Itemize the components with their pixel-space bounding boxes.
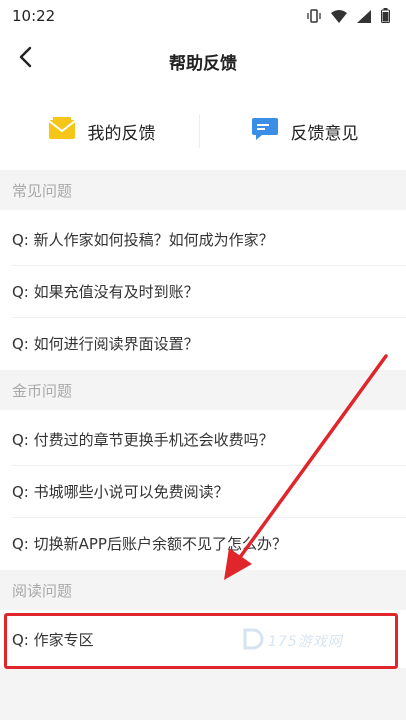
faq-question: Q: 付费过的章节更换手机还会收费吗？	[12, 431, 274, 449]
section-header-common: 常见问题	[0, 170, 406, 210]
section-title: 金币问题	[12, 382, 73, 400]
feedback-actions: 我的反馈 反馈意见	[0, 100, 406, 162]
faq-item[interactable]: Q: 书城哪些小说可以免费阅读？	[0, 466, 406, 518]
nav-bar: 帮助反馈	[0, 32, 406, 90]
my-feedback-button[interactable]: 我的反馈	[0, 100, 203, 162]
faq-item[interactable]: Q: 付费过的章节更换手机还会收费吗？	[0, 414, 406, 466]
faq-item[interactable]: Q: 切换新APP后账户余额不见了怎么办？	[0, 518, 406, 570]
signal-icon	[357, 8, 371, 27]
watermark-text: 175游戏网	[268, 634, 343, 650]
faq-item-author-zone[interactable]: Q: 作家专区	[0, 614, 406, 666]
my-feedback-label: 我的反馈	[87, 123, 156, 144]
faq-item[interactable]: Q: 新人作家如何投稿？如何成为作家？	[0, 214, 406, 266]
faq-question: Q: 新人作家如何投稿？如何成为作家？	[12, 231, 274, 249]
watermark-logo-icon	[242, 628, 264, 654]
faq-item[interactable]: Q: 如何进行阅读界面设置？	[0, 318, 406, 370]
feedback-suggestion-button[interactable]: 反馈意见	[203, 100, 406, 162]
feedback-suggestion-label: 反馈意见	[290, 123, 359, 144]
mail-icon	[47, 117, 76, 145]
section-header-coins: 金币问题	[0, 370, 406, 410]
faq-question: Q: 如何进行阅读界面设置？	[12, 335, 199, 353]
faq-question: Q: 切换新APP后账户余额不见了怎么办？	[12, 535, 287, 553]
watermark: 175游戏网	[242, 628, 343, 654]
status-icons	[307, 8, 390, 27]
faq-question: Q: 书城哪些小说可以免费阅读？	[12, 483, 229, 501]
wifi-icon	[331, 8, 347, 27]
section-title: 常见问题	[12, 182, 73, 200]
faq-question: Q: 作家专区	[12, 631, 94, 649]
chat-icon	[251, 116, 279, 146]
faq-question: Q: 如果充值没有及时到账？	[12, 283, 199, 301]
vibrate-icon	[307, 8, 321, 27]
page-title: 帮助反馈	[169, 54, 237, 74]
battery-icon	[381, 8, 390, 27]
section-title: 阅读问题	[12, 582, 73, 600]
faq-item[interactable]: Q: 如果充值没有及时到账？	[0, 266, 406, 318]
feedback-divider	[199, 114, 200, 148]
bottom-background	[0, 668, 406, 720]
status-bar: 10:22	[0, 0, 406, 32]
section-header-reading: 阅读问题	[0, 570, 406, 610]
status-time: 10:22	[12, 7, 56, 25]
